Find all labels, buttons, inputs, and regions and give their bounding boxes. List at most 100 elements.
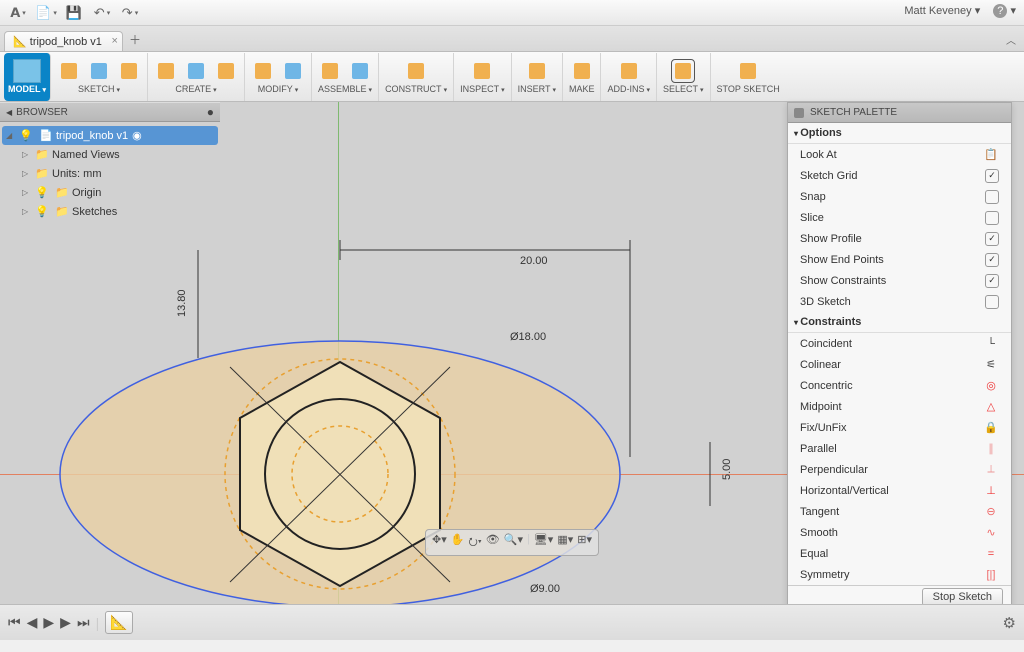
user-name[interactable]: Matt Keveney ▾ [894,5,980,17]
constraint-coincident[interactable]: Coincident└ [788,333,1011,354]
settings-icon[interactable]: ⚙ [1003,614,1016,632]
ribbon-select[interactable]: SELECT [657,53,711,101]
ribbon-icon[interactable] [617,59,641,83]
constraint-concentric[interactable]: Concentric◎ [788,375,1011,396]
help-icon[interactable]: ? [993,4,1007,18]
sketch-palette: SKETCH PALETTE Options Look At📋Sketch Gr… [787,102,1012,609]
ribbon-inspect[interactable]: INSPECT [454,53,512,101]
ribbon-make[interactable]: MAKE [563,53,602,101]
constraint-equal[interactable]: Equal= [788,543,1011,564]
ribbon-icon[interactable] [318,59,342,83]
constraint-fix-unfix[interactable]: Fix/UnFix🔒 [788,417,1011,438]
ribbon-label: SKETCH [78,84,120,94]
constraint-parallel[interactable]: Parallel∥ [788,438,1011,459]
tab-title: tripod_knob v1 [30,36,102,48]
tree-item[interactable]: ▷📁Units: mm [2,164,218,183]
ribbon-sketch[interactable]: SKETCH [51,53,148,101]
ribbon-icon[interactable] [671,59,695,83]
ribbon-icon[interactable] [214,59,238,83]
nav-toolbar[interactable]: ✥▾✋ ⭮▾👁 🔍▾| 🖥▾▦▾ ⊞▾ [425,529,599,556]
ribbon-create[interactable]: CREATE [148,53,245,101]
dim-5: 5.00 [721,459,733,480]
browser-panel: ◀BROWSER● ◢💡📄 tripod_knob v1◉ ▷📁Named Vi… [0,102,220,572]
ribbon-label: MODIFY [258,84,299,94]
app-menu-icon[interactable]: 𝗔 [6,3,30,23]
ribbon-label: MAKE [569,84,595,94]
ribbon-icon[interactable] [251,59,275,83]
palette-option-look-at[interactable]: Look At📋 [788,144,1011,165]
ribbon-icon[interactable] [87,59,111,83]
tl-next-icon[interactable]: ▶ [60,614,71,631]
ribbon-stop-sketch[interactable]: STOP SKETCH [711,53,786,101]
save-icon[interactable]: 💾 [62,3,86,23]
ribbon-icon[interactable] [470,59,494,83]
ribbon-add-ins[interactable]: ADD-INS [601,53,657,101]
dim-d9: Ø9.00 [530,583,560,595]
ribbon-icon[interactable] [348,59,372,83]
workspace-label: MODEL [8,84,46,94]
palette-option-show-end-points[interactable]: Show End Points✓ [788,249,1011,270]
document-tab[interactable]: 📐 tripod_knob v1 × [4,31,123,51]
constraint-colinear[interactable]: Colinear⚟ [788,354,1011,375]
ribbon-icon[interactable] [281,59,305,83]
palette-option-sketch-grid[interactable]: Sketch Grid✓ [788,165,1011,186]
redo-icon[interactable]: ↷ [118,3,142,23]
tabbar: 📐 tripod_knob v1 × ＋ ︿ [0,26,1024,52]
constraint-tangent[interactable]: Tangent⊖ [788,501,1011,522]
tl-start-icon[interactable]: ⏮ [8,614,21,631]
palette-option-3d-sketch[interactable]: 3D Sketch [788,291,1011,312]
tree-item[interactable]: ▷📁Named Views [2,145,218,164]
tabbar-overflow-icon[interactable]: ︿ [1006,32,1016,47]
ribbon-icon[interactable] [117,59,141,83]
timeline: ⏮ ◀ ▶ ▶ ⏭ | 📐 ⚙ [0,604,1024,640]
menubar: 𝗔 📄 💾 ↶ ↷ Matt Keveney ▾ ? ▾ [0,0,1024,26]
ribbon-label: INSERT [518,84,556,94]
palette-option-snap[interactable]: Snap [788,186,1011,207]
ribbon-modify[interactable]: MODIFY [245,53,312,101]
ribbon-construct[interactable]: CONSTRUCT [379,53,454,101]
tl-end-icon[interactable]: ⏭ [77,614,90,631]
new-tab-icon[interactable]: ＋ [129,31,141,51]
ribbon-icon[interactable] [570,59,594,83]
constraint-horizontal-vertical[interactable]: Horizontal/Vertical⊥ [788,480,1011,501]
constraint-midpoint[interactable]: Midpoint△ [788,396,1011,417]
tl-play-icon[interactable]: ▶ [43,614,54,631]
ribbon-icon[interactable] [57,59,81,83]
fit-icon: 🔍▾ [504,533,523,552]
workspace-selector[interactable]: MODEL [4,53,51,101]
orbit2-icon: ⭮▾ [468,533,481,552]
ribbon-assemble[interactable]: ASSEMBLE [312,53,379,101]
palette-option-show-profile[interactable]: Show Profile✓ [788,228,1011,249]
view-mode-icon: ▦▾ [557,533,573,552]
ribbon-icon[interactable] [154,59,178,83]
ribbon-icon[interactable] [404,59,428,83]
lookat-icon: 👁 [486,533,500,552]
constraint-perpendicular[interactable]: Perpendicular⟂ [788,459,1011,480]
ribbon-label: INSPECT [460,84,505,94]
grid-icon: ⊞▾ [577,533,592,552]
ribbon-icon[interactable] [184,59,208,83]
palette-constraints-header[interactable]: Constraints [788,312,1011,333]
display-icon: 🖥▾ [534,533,554,552]
undo-icon[interactable]: ↶ [90,3,114,23]
palette-option-slice[interactable]: Slice [788,207,1011,228]
browser-header[interactable]: ◀BROWSER● [0,102,220,122]
constraint-symmetry[interactable]: Symmetry[|] [788,564,1011,585]
tree-item[interactable]: ▷💡📁Sketches [2,202,218,221]
close-icon[interactable]: × [112,35,118,47]
ribbon-icon[interactable] [525,59,549,83]
ribbon-insert[interactable]: INSERT [512,53,563,101]
ribbon-label: ASSEMBLE [318,84,372,94]
palette-header[interactable]: SKETCH PALETTE [788,103,1011,123]
tree-item[interactable]: ▷💡📁Origin [2,183,218,202]
constraint-smooth[interactable]: Smooth∿ [788,522,1011,543]
file-menu-icon[interactable]: 📄 [34,3,58,23]
dim-d18: Ø18.00 [510,331,546,343]
ribbon-label: CONSTRUCT [385,84,447,94]
palette-option-show-constraints[interactable]: Show Constraints✓ [788,270,1011,291]
tl-prev-icon[interactable]: ◀ [27,614,38,631]
tl-sketch-icon[interactable]: 📐 [105,611,132,634]
ribbon-icon[interactable] [736,59,760,83]
palette-options-header[interactable]: Options [788,123,1011,144]
tree-root[interactable]: ◢💡📄 tripod_knob v1◉ [2,126,218,145]
